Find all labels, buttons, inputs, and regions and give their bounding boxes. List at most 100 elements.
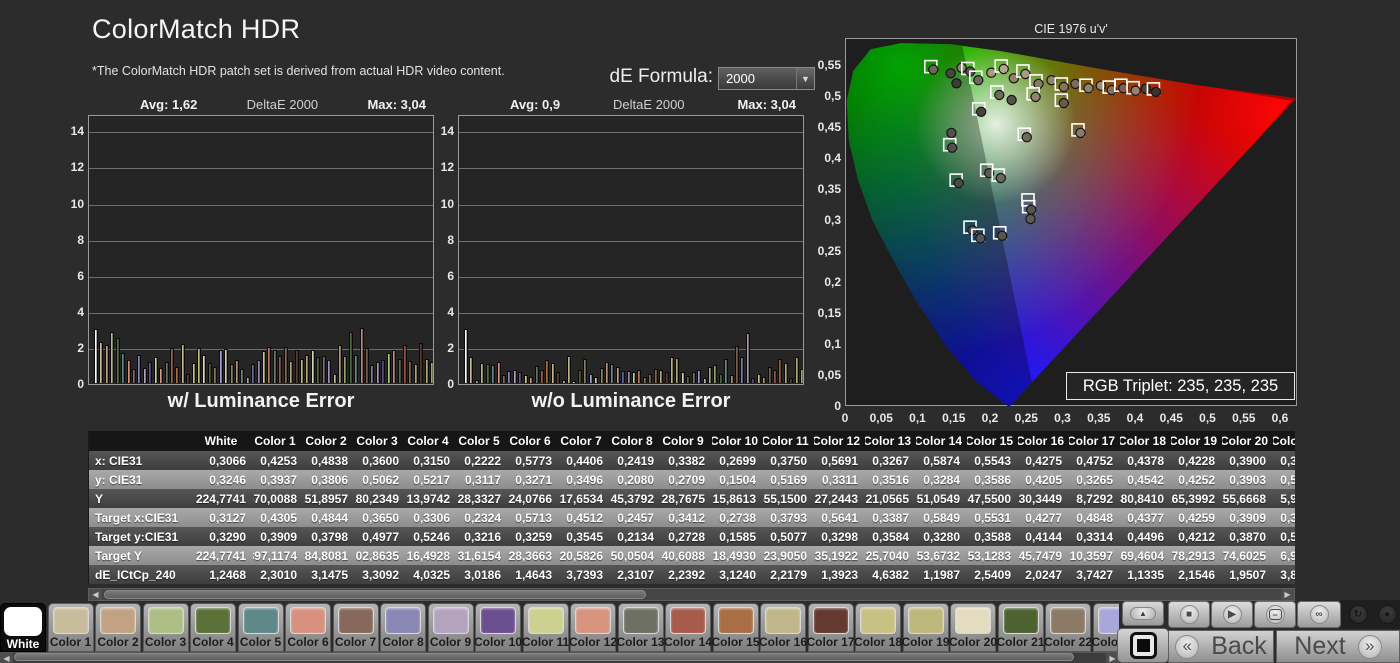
de-bar	[480, 363, 484, 383]
tabs-scrollbar-track[interactable]	[13, 653, 1106, 663]
next-button[interactable]: Next »	[1276, 630, 1400, 663]
gridline	[89, 241, 433, 242]
table-cell: 0,3793	[763, 508, 814, 527]
patch-tab-color-9[interactable]: Color 9	[428, 603, 474, 652]
table-cell: 0,3798	[304, 527, 355, 546]
patch-tab-color-7[interactable]: Color 7	[333, 603, 379, 652]
patch-tab-color-19[interactable]: Color 19	[903, 603, 949, 652]
patch-tab-color-5[interactable]: Color 5	[238, 603, 284, 652]
expand-panel-button[interactable]: ▲	[1122, 601, 1164, 626]
gridline	[459, 241, 803, 242]
table-cell: 0,5773	[508, 451, 559, 470]
patch-swatch	[1050, 607, 1086, 634]
patch-tab-color-4[interactable]: Color 4	[190, 603, 236, 652]
de-bar	[370, 365, 374, 383]
patch-tab-color-20[interactable]: Color 20	[950, 603, 996, 652]
patch-tab-color-17[interactable]: Color 17	[808, 603, 854, 652]
table-cell: 3,3092	[355, 565, 406, 584]
patch-tab-color-14[interactable]: Color 14	[665, 603, 711, 652]
patch-tab-label: White	[7, 637, 40, 651]
patch-tab-color-2[interactable]: Color 2	[95, 603, 141, 652]
page-title: ColorMatch HDR	[92, 14, 300, 45]
table-cell: 0,3584	[865, 527, 916, 546]
table-cell: 0,5531	[967, 508, 1018, 527]
patch-tab-label: Color 12	[569, 635, 617, 649]
chart-header: Avg: 0,9 DeltaE 2000 Max: 3,04	[458, 97, 804, 113]
tabs-scrollbar-thumb[interactable]	[14, 653, 1074, 661]
de-bar	[289, 361, 293, 383]
patch-swatch	[148, 607, 184, 634]
patch-swatch	[480, 607, 516, 634]
patch-swatch	[290, 607, 326, 634]
play-icon: ▶	[1223, 605, 1242, 624]
cie-1976-diagram	[845, 38, 1297, 406]
de-bar	[251, 364, 255, 383]
de-bar	[692, 372, 696, 383]
scroll-left-icon[interactable]: ◀	[89, 589, 102, 600]
gridline	[459, 349, 803, 350]
table-cell: 2,3010	[253, 565, 304, 584]
de-bar	[524, 375, 528, 383]
patch-tab-color-3[interactable]: Color 3	[143, 603, 189, 652]
stop-button[interactable]: ■	[1168, 601, 1210, 628]
tabs-scrollbar[interactable]: ◀ ▶	[0, 652, 1119, 663]
loop-button[interactable]: ∞	[1297, 601, 1341, 628]
de-bar	[713, 365, 717, 383]
gridline	[459, 205, 803, 206]
patch-tab-color-13[interactable]: Color 13	[618, 603, 664, 652]
table-cell: 0,4848	[1069, 508, 1120, 527]
play-button[interactable]: ▶	[1211, 601, 1253, 628]
de-formula-dropdown[interactable]: 2000 ▼	[718, 67, 815, 90]
table-cell: 0,5246	[406, 527, 457, 546]
measured-point-marker	[1071, 79, 1080, 88]
table-horizontal-scrollbar[interactable]: ◀ ▶	[88, 588, 1295, 601]
patch-tab-color-18[interactable]: Color 18	[855, 603, 901, 652]
de-bar	[99, 342, 103, 383]
scroll-right-icon[interactable]: ▶	[1281, 589, 1294, 600]
table-cell: 4,0325	[406, 565, 457, 584]
de-bar	[697, 370, 701, 384]
table-cell: 0,2709	[661, 470, 712, 489]
table-cell: 50,0504	[610, 546, 661, 565]
table-cell: 0,4205	[1018, 470, 1069, 489]
table-cell: 251,8957	[304, 489, 355, 508]
de-bar	[392, 350, 396, 383]
patch-tab-color-21[interactable]: Color 21	[998, 603, 1044, 652]
chevron-left-icon: «	[1175, 635, 1199, 659]
de-bar	[757, 374, 761, 383]
patch-tab-color-10[interactable]: Color 10	[475, 603, 521, 652]
patch-tab-color-23[interactable]: Color 23	[1093, 603, 1120, 652]
pattern-size-button[interactable]: −	[1254, 601, 1296, 628]
table-column-header: Color 14	[916, 431, 967, 451]
patch-tab-color-1[interactable]: Color 1	[48, 603, 94, 652]
table-cell: 0,5874	[916, 451, 967, 470]
table-cell: 480,8410	[1120, 489, 1171, 508]
patch-tab-color-8[interactable]: Color 8	[380, 603, 426, 652]
back-button[interactable]: « Back	[1168, 630, 1274, 663]
patch-tab-label: Color 4	[192, 635, 233, 649]
table-cell: 2,2392	[661, 565, 712, 584]
cie-x-tick-label: 0,15	[934, 411, 974, 425]
table-scrollbar-thumb[interactable]	[104, 590, 646, 599]
table-scrollbar-track[interactable]	[102, 589, 1281, 600]
y-axis-tick-label: 12	[428, 160, 454, 174]
table-column-header: Color 7	[559, 431, 610, 451]
patch-tab-color-15[interactable]: Color 15	[713, 603, 759, 652]
patch-tab-color-22[interactable]: Color 22	[1045, 603, 1091, 652]
patch-tab-color-12[interactable]: Color 12	[570, 603, 616, 652]
stop-pattern-button[interactable]	[1117, 628, 1169, 663]
gridline	[459, 168, 803, 169]
patch-tab-color-6[interactable]: Color 6	[285, 603, 331, 652]
patch-tab-color-11[interactable]: Color 11	[523, 603, 569, 652]
patch-tab-white[interactable]: White	[0, 603, 46, 652]
chart-formula-label: DeltaE 2000	[560, 97, 737, 113]
measured-point-marker	[1021, 69, 1030, 78]
table-cell: 8,7292	[1069, 489, 1120, 508]
gridline	[89, 168, 433, 169]
table-cell: 16,4928	[406, 546, 457, 565]
tabs-scroll-left-icon[interactable]: ◀	[0, 653, 13, 663]
patch-tab-color-16[interactable]: Color 16	[760, 603, 806, 652]
de-bar	[589, 374, 593, 383]
table-cell: 0,3937	[253, 470, 304, 489]
table-cell: 0,4406	[559, 451, 610, 470]
